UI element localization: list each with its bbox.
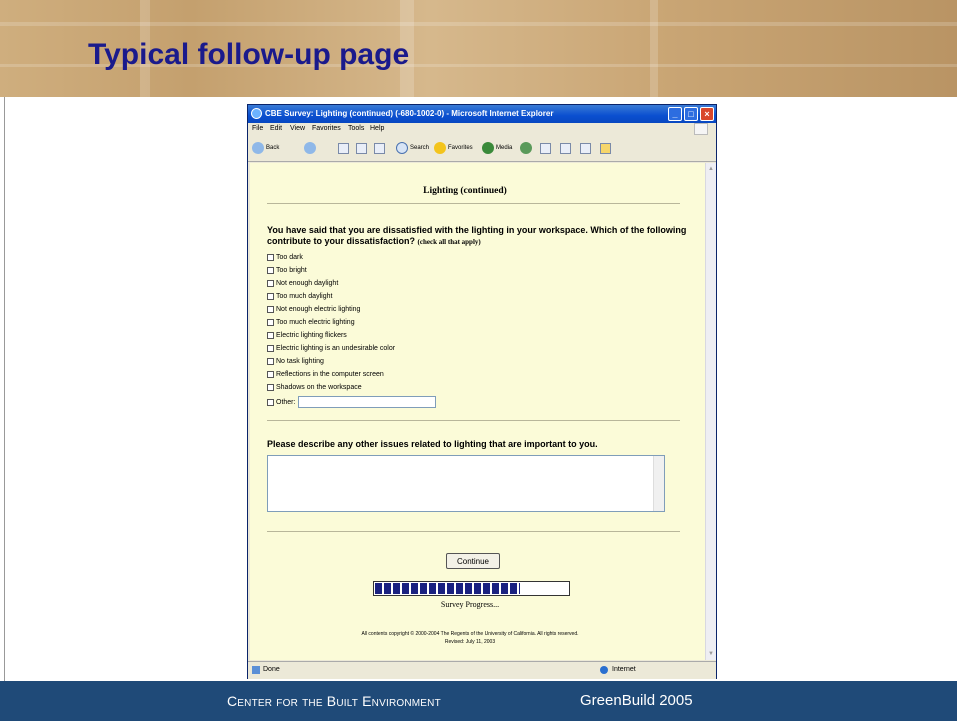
stop-button[interactable] bbox=[338, 141, 349, 155]
question-1: You have said that you are dissatisfied … bbox=[267, 225, 687, 246]
browser-titlebar[interactable]: CBE Survey: Lighting (continued) (-680-1… bbox=[248, 105, 716, 123]
divider bbox=[267, 531, 680, 532]
menu-file[interactable]: File bbox=[252, 125, 263, 132]
scroll-down-icon[interactable]: ▼ bbox=[707, 650, 715, 658]
checkbox[interactable] bbox=[267, 383, 274, 391]
history-button[interactable] bbox=[520, 141, 532, 155]
option-too-much-daylight[interactable]: Too much daylight bbox=[267, 290, 332, 302]
menu-tools[interactable]: Tools bbox=[348, 125, 364, 132]
scroll-up-icon[interactable]: ▲ bbox=[707, 165, 715, 173]
copyright-notice: All contents copyright © 2000-2004 The R… bbox=[361, 631, 579, 645]
continue-button[interactable]: Continue bbox=[446, 553, 500, 569]
checkbox[interactable] bbox=[267, 292, 274, 300]
print-icon bbox=[560, 142, 571, 154]
back-button[interactable]: Back bbox=[252, 141, 279, 155]
menu-view[interactable]: View bbox=[290, 125, 305, 132]
option-too-much-electric-lighting[interactable]: Too much electric lighting bbox=[267, 316, 355, 328]
slide-divider bbox=[4, 97, 5, 681]
other-input[interactable] bbox=[298, 396, 437, 408]
favorites-button[interactable]: Favorites bbox=[434, 141, 473, 155]
menu-bar: File Edit View Favorites Tools Help bbox=[248, 123, 716, 135]
divider bbox=[267, 420, 680, 421]
media-button[interactable]: Media bbox=[482, 141, 512, 155]
history-icon bbox=[520, 142, 532, 154]
internet-zone-icon bbox=[600, 666, 608, 674]
minimize-button[interactable]: _ bbox=[668, 107, 682, 121]
survey-page: Lighting (continued) You have said that … bbox=[250, 163, 705, 660]
status-bar: Done Internet bbox=[248, 661, 716, 679]
option-shadows[interactable]: Shadows on the workspace bbox=[267, 381, 362, 393]
forward-button[interactable] bbox=[304, 141, 316, 155]
stop-icon bbox=[338, 142, 349, 154]
window-title: CBE Survey: Lighting (continued) (-680-1… bbox=[265, 109, 554, 118]
menu-favorites[interactable]: Favorites bbox=[312, 125, 341, 132]
toolbar: Back Search Favorites Media bbox=[248, 135, 716, 162]
checkbox[interactable] bbox=[267, 305, 274, 313]
mail-button[interactable] bbox=[540, 141, 551, 155]
checkbox[interactable] bbox=[267, 331, 274, 339]
footer-organization: Center for the Built Environment bbox=[227, 693, 441, 709]
progress-label: Survey Progress... bbox=[440, 600, 500, 609]
close-button[interactable]: × bbox=[700, 107, 714, 121]
option-too-bright[interactable]: Too bright bbox=[267, 264, 307, 276]
search-button[interactable]: Search bbox=[396, 141, 429, 155]
refresh-button[interactable] bbox=[356, 141, 367, 155]
star-icon bbox=[434, 142, 446, 154]
refresh-icon bbox=[356, 142, 367, 154]
checkbox[interactable] bbox=[267, 370, 274, 378]
zone-text: Internet bbox=[612, 666, 636, 673]
checkbox[interactable] bbox=[267, 318, 274, 326]
print-button[interactable] bbox=[560, 141, 571, 155]
folder-icon bbox=[600, 142, 611, 154]
edit-icon bbox=[580, 142, 591, 154]
checkbox[interactable] bbox=[267, 398, 274, 406]
slide-title: Typical follow-up page bbox=[88, 38, 410, 71]
textarea-scrollbar[interactable] bbox=[653, 456, 664, 511]
search-icon bbox=[396, 142, 408, 154]
progress-fill bbox=[375, 583, 520, 594]
back-arrow-icon bbox=[252, 142, 264, 154]
option-not-enough-daylight[interactable]: Not enough daylight bbox=[267, 277, 338, 289]
ie-logo-icon bbox=[251, 108, 262, 119]
mail-icon bbox=[540, 142, 551, 154]
checkbox[interactable] bbox=[267, 253, 274, 261]
option-electric-lighting-flickers[interactable]: Electric lighting flickers bbox=[267, 329, 347, 341]
option-undesirable-color[interactable]: Electric lighting is an undesirable colo… bbox=[267, 342, 395, 354]
comments-textarea[interactable] bbox=[267, 455, 665, 512]
browser-window: CBE Survey: Lighting (continued) (-680-1… bbox=[247, 104, 717, 679]
page-scrollbar[interactable]: ▲ ▼ bbox=[705, 163, 716, 660]
menu-help[interactable]: Help bbox=[370, 125, 384, 132]
edit-button[interactable] bbox=[580, 141, 591, 155]
checkbox[interactable] bbox=[267, 344, 274, 352]
page-icon bbox=[252, 666, 260, 674]
folder-button[interactable] bbox=[600, 141, 611, 155]
option-no-task-lighting[interactable]: No task lighting bbox=[267, 355, 324, 367]
option-too-dark[interactable]: Too dark bbox=[267, 251, 303, 263]
option-other[interactable]: Other: bbox=[267, 395, 437, 409]
maximize-button[interactable]: □ bbox=[684, 107, 698, 121]
home-button[interactable] bbox=[374, 141, 385, 155]
checkbox[interactable] bbox=[267, 357, 274, 365]
question-2: Please describe any other issues related… bbox=[267, 439, 598, 449]
footer-event: GreenBuild 2005 bbox=[580, 692, 693, 709]
option-screen-reflections[interactable]: Reflections in the computer screen bbox=[267, 368, 384, 380]
checkbox[interactable] bbox=[267, 279, 274, 287]
page-heading: Lighting (continued) bbox=[423, 186, 507, 196]
media-icon bbox=[482, 142, 494, 154]
question-1-hint: (check all that apply) bbox=[417, 238, 481, 246]
survey-progress-bar bbox=[373, 581, 570, 596]
slide-footer: Center for the Built Environment GreenBu… bbox=[0, 681, 957, 721]
divider bbox=[267, 203, 680, 204]
checkbox[interactable] bbox=[267, 266, 274, 274]
menu-edit[interactable]: Edit bbox=[270, 125, 282, 132]
forward-arrow-icon bbox=[304, 142, 316, 154]
option-not-enough-electric-lighting[interactable]: Not enough electric lighting bbox=[267, 303, 360, 315]
windows-logo-icon bbox=[694, 123, 708, 135]
slide-header: Typical follow-up page bbox=[0, 0, 957, 97]
status-text: Done bbox=[263, 666, 280, 673]
home-icon bbox=[374, 142, 385, 154]
